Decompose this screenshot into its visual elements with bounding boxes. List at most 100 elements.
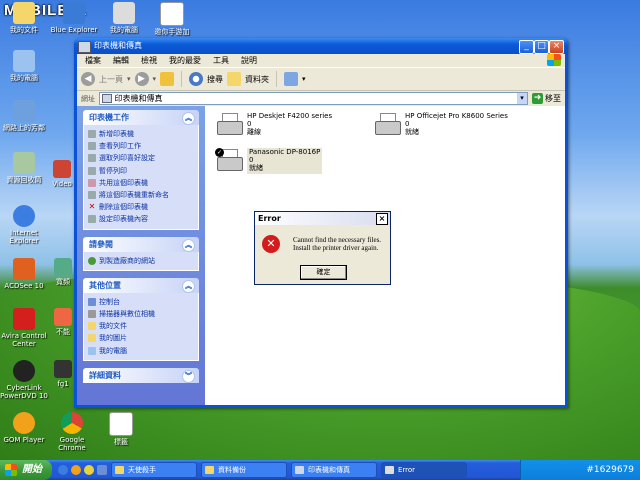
task-pause-printing[interactable]: 暫停列印 bbox=[88, 165, 194, 177]
taskbar-task[interactable]: 資料備份 bbox=[201, 462, 287, 478]
place-scanners-cameras[interactable]: 掃描器與數位相機 bbox=[88, 308, 194, 320]
taskbar-task[interactable]: 天使殺手 bbox=[111, 462, 197, 478]
show-desktop-icon[interactable] bbox=[97, 465, 107, 475]
desktop-icon-fg1[interactable]: fg1 bbox=[52, 360, 74, 388]
up-folder-icon[interactable] bbox=[160, 72, 175, 86]
place-my-computer[interactable]: 我的電腦 bbox=[88, 344, 194, 356]
windows-logo-icon bbox=[5, 464, 17, 476]
taskbar-task-active[interactable]: Error bbox=[381, 462, 467, 478]
printer-queue-icon bbox=[88, 142, 96, 151]
menu-favorites[interactable]: 我的最愛 bbox=[169, 54, 201, 67]
printer-item-default[interactable]: ✓ Panasonic DP-8016P 0 就緒 bbox=[215, 148, 323, 174]
task-rename-printer[interactable]: 將這個印表機重新命名 bbox=[88, 189, 194, 201]
task-add-printer[interactable]: 新增印表機 bbox=[88, 128, 194, 140]
minimize-button[interactable]: _ bbox=[519, 40, 534, 54]
menu-edit[interactable]: 編輯 bbox=[113, 54, 129, 67]
address-dropdown-icon[interactable]: ▾ bbox=[517, 93, 527, 104]
other-places-header[interactable]: 其他位置 ︽ bbox=[83, 277, 199, 293]
dialog-titlebar[interactable]: Error × bbox=[255, 212, 390, 225]
desktop-icon-broadband[interactable]: 寬頻 bbox=[52, 258, 74, 286]
desktop-icon-video[interactable]: Video bbox=[48, 160, 76, 188]
place-my-documents[interactable]: 我的文件 bbox=[88, 320, 194, 332]
desktop-icon-label-file[interactable]: 標籤 bbox=[97, 412, 145, 446]
camera-icon bbox=[88, 309, 96, 318]
close-button[interactable]: × bbox=[549, 40, 564, 54]
messenger-icon[interactable] bbox=[84, 465, 94, 475]
desktop-icon-powerdvd[interactable]: CyberLink PowerDVD 10 bbox=[0, 360, 48, 400]
desktop-icon-my-computer-2[interactable]: 我的電腦 bbox=[100, 2, 148, 34]
task-share-printer[interactable]: 共用這個印表機 bbox=[88, 177, 194, 189]
menu-help[interactable]: 說明 bbox=[241, 54, 257, 67]
folders-button-label[interactable]: 資料夾 bbox=[245, 74, 269, 85]
folder-icon bbox=[115, 466, 124, 474]
desktop-icon-gom-player[interactable]: GOM Player bbox=[0, 412, 48, 444]
folders-icon[interactable] bbox=[227, 72, 242, 86]
task-see-queue[interactable]: 查看列印工作 bbox=[88, 140, 194, 152]
desktop-icon-my-computer[interactable]: 我的電腦 bbox=[0, 50, 48, 82]
desktop-icon-internet-explorer[interactable]: Internet Explorer bbox=[0, 205, 48, 245]
internet-explorer-icon[interactable] bbox=[58, 465, 68, 475]
dialog-close-button[interactable]: × bbox=[376, 213, 388, 225]
taskbar-task[interactable]: 印表機和傳真 bbox=[291, 462, 377, 478]
task-label: 資料備份 bbox=[218, 466, 246, 474]
taskbar: 開始 天使殺手 資料備份 印表機和傳真 Error #1629679 bbox=[0, 460, 640, 480]
desktop-icon-invite[interactable]: 邀你手游加 bbox=[148, 2, 196, 36]
printer-status: 就緒 bbox=[249, 164, 263, 172]
search-button-label[interactable]: 搜尋 bbox=[207, 74, 223, 85]
forward-arrow-icon[interactable]: ▶ bbox=[134, 72, 149, 86]
desktop-icon-label: 我的電腦 bbox=[110, 26, 138, 34]
place-control-panel[interactable]: 控制台 bbox=[88, 296, 194, 308]
firefox-icon[interactable] bbox=[71, 465, 81, 475]
desktop-icon-avira[interactable]: Avira Control Center bbox=[0, 308, 48, 348]
ok-button[interactable]: 確定 bbox=[300, 265, 347, 280]
desktop-icon-chrome[interactable]: Google Chrome bbox=[48, 412, 96, 452]
see-also-header[interactable]: 請參閱 ︽ bbox=[83, 236, 199, 252]
search-icon[interactable] bbox=[189, 72, 204, 86]
desktop-icon-network[interactable]: 網路上的芳鄰 bbox=[0, 100, 48, 132]
collapse-chevron-icon[interactable]: ︽ bbox=[182, 238, 195, 252]
go-button[interactable]: ➜ 移至 bbox=[532, 93, 561, 104]
desktop-icon-label: 我的電腦 bbox=[10, 74, 38, 82]
menu-file[interactable]: 檔案 bbox=[85, 54, 101, 67]
desktop-icon-acdsee[interactable]: ACDSee 10 bbox=[0, 258, 48, 290]
task-delete-printer[interactable]: ✕ 刪除這個印表機 bbox=[88, 201, 194, 213]
views-icon[interactable] bbox=[284, 72, 299, 86]
place-my-pictures[interactable]: 我的圖片 bbox=[88, 332, 194, 344]
expand-chevron-icon[interactable]: ︾ bbox=[182, 369, 195, 383]
menu-tools[interactable]: 工具 bbox=[213, 54, 229, 67]
maximize-button[interactable]: □ bbox=[534, 40, 549, 54]
printer-item[interactable]: HP Officejet Pro K8600 Series 0 就緒 bbox=[373, 112, 508, 138]
link-manufacturer-site[interactable]: 到製造廠商的網站 bbox=[88, 255, 194, 267]
printer-icon bbox=[215, 112, 243, 138]
details-header[interactable]: 詳細資料 ︾ bbox=[83, 367, 199, 383]
collapse-chevron-icon[interactable]: ︽ bbox=[182, 279, 195, 293]
forward-dropdown-icon[interactable]: ▾ bbox=[153, 75, 157, 83]
task-preferences[interactable]: 選取列印喜好設定 bbox=[88, 152, 194, 164]
collapse-chevron-icon[interactable]: ︽ bbox=[182, 112, 195, 125]
quick-launch bbox=[58, 465, 107, 475]
desktop-icon-recycle-bin[interactable]: 資源回收筒 bbox=[0, 152, 48, 184]
views-dropdown-icon[interactable]: ▾ bbox=[302, 75, 306, 83]
menu-view[interactable]: 檢視 bbox=[141, 54, 157, 67]
video-icon bbox=[53, 160, 71, 178]
desktop-icon-blue-explorer[interactable]: Blue Explorer bbox=[50, 2, 98, 34]
back-dropdown-icon[interactable]: ▾ bbox=[127, 75, 131, 83]
printer-name: Panasonic DP-8016P bbox=[249, 148, 321, 156]
error-dialog: Error × ✕ Cannot find the necessary file… bbox=[254, 211, 391, 285]
back-button-label[interactable]: 上一頁 bbox=[99, 74, 123, 85]
printer-name: HP Officejet Pro K8600 Series bbox=[405, 112, 508, 120]
back-arrow-icon[interactable]: ◀ bbox=[81, 72, 95, 86]
desktop-icon-unable[interactable]: 不能 bbox=[52, 308, 74, 336]
task-printer-properties[interactable]: 設定印表機內容 bbox=[88, 213, 194, 225]
desktop-icon-my-documents[interactable]: 我的文件 bbox=[0, 2, 48, 34]
window-titlebar[interactable]: 印表機和傳真 _ □ × bbox=[74, 38, 568, 54]
start-button[interactable]: 開始 bbox=[0, 460, 52, 480]
address-input[interactable]: 印表機和傳真 ▾ bbox=[99, 92, 528, 105]
printer-item[interactable]: HP Deskjet F4200 series 0 離線 bbox=[215, 112, 332, 138]
task-label: 新增印表機 bbox=[99, 130, 134, 139]
printer-tasks-header[interactable]: 印表機工作 ︽ bbox=[83, 110, 199, 125]
details-panel: 詳細資料 ︾ bbox=[83, 367, 199, 383]
default-check-icon: ✓ bbox=[215, 148, 224, 157]
panel-title: 詳細資料 bbox=[89, 370, 121, 380]
folder-icon bbox=[13, 2, 35, 24]
